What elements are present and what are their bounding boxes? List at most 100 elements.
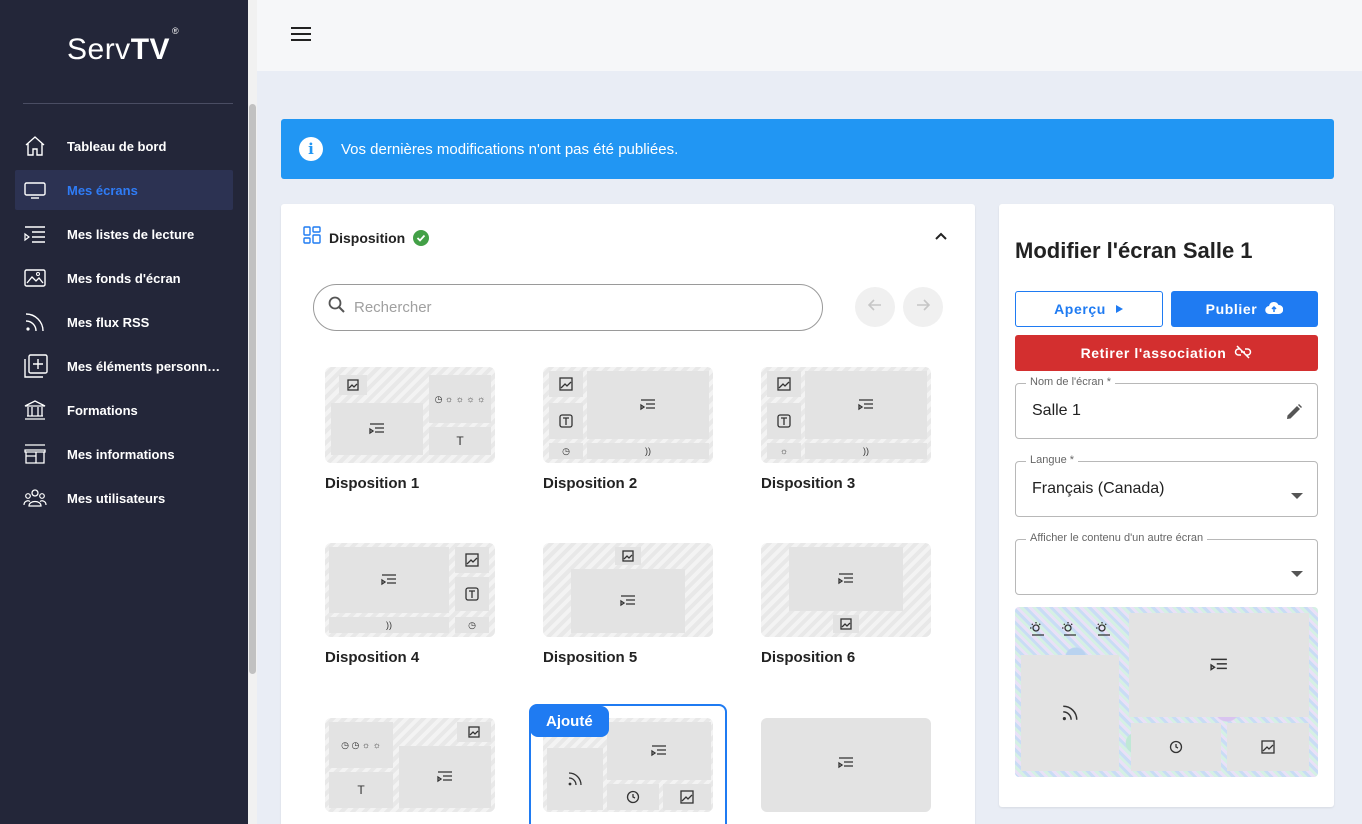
layout-card-5[interactable]: Disposition 5	[543, 543, 713, 666]
search-input[interactable]	[354, 299, 794, 316]
rss-icon	[547, 748, 603, 810]
chevron-up-icon[interactable]	[933, 228, 949, 244]
rss-icon: ))	[329, 617, 449, 633]
sidebar-item-mes-utilisateurs[interactable]: Mes utilisateurs	[15, 478, 233, 518]
sidebar-item-mes-fonds-d-ecran[interactable]: Mes fonds d'écran	[15, 258, 233, 298]
weather-icon	[1025, 617, 1051, 641]
play-icon	[1106, 301, 1124, 317]
cloud-upload-icon	[1257, 301, 1284, 318]
users-icon	[15, 486, 67, 510]
layout-panel: Disposition ◷ ☼ ☼ ☼ ☼ T Disposition 1 ◷ …	[281, 204, 975, 824]
sidebar-item-mes-informations[interactable]: Mes informations	[15, 434, 233, 474]
weather-zone: ◷ ☼ ☼ ☼ ☼	[429, 375, 491, 423]
added-badge: Ajouté	[530, 706, 609, 737]
image-icon	[663, 784, 711, 810]
text-rss-icon: T	[329, 772, 393, 808]
arrow-left-icon	[867, 297, 883, 318]
playlist-icon	[838, 756, 854, 774]
weather-icon	[1057, 617, 1083, 641]
layout-search[interactable]	[313, 284, 823, 331]
layout-card-7[interactable]: ◷ ◷ ☼ ☼ T	[325, 718, 495, 812]
add-box-icon	[15, 353, 67, 379]
sidebar-item-mes-ecrans[interactable]: Mes écrans	[15, 170, 233, 210]
layout-panel-header[interactable]: Disposition	[303, 226, 430, 249]
sidebar-item-label: Mes écrans	[67, 182, 138, 198]
layout-label: Disposition 3	[761, 475, 856, 492]
monitor-icon	[15, 178, 67, 202]
layout-thumbnail	[761, 718, 931, 812]
other-screen-select[interactable]: Afficher le contenu d'un autre écran	[1015, 532, 1318, 595]
image-icon	[767, 371, 801, 397]
layout-thumbnail: ◷ ◷ ☼ ☼ T	[325, 718, 495, 812]
sidebar-item-formations[interactable]: Formations	[15, 390, 233, 430]
sidebar-nav: Tableau de bord Mes écrans Mes listes de…	[15, 126, 233, 522]
sidebar-scrollbar[interactable]	[248, 0, 257, 824]
image-icon	[1227, 723, 1309, 771]
rss-icon	[15, 310, 67, 334]
other-screen-label: Afficher le contenu d'un autre écran	[1026, 532, 1208, 544]
pencil-icon[interactable]	[1285, 403, 1303, 426]
layout-thumbnail: )) ◷	[325, 543, 495, 637]
layout-label: Disposition 6	[761, 649, 856, 666]
sidebar-item-label: Mes fonds d'écran	[67, 270, 181, 286]
screen-name-field[interactable]: Nom de l'écran * Salle 1	[1015, 376, 1318, 439]
rss-icon: ))	[805, 443, 927, 459]
text-icon	[455, 577, 489, 611]
edit-screen-title: Modifier l'écran Salle 1	[1015, 238, 1253, 263]
sidebar-item-label: Mes flux RSS	[67, 314, 150, 330]
layout-thumbnail	[543, 543, 713, 637]
layout-card-2[interactable]: ◷ )) Disposition 2	[543, 367, 713, 492]
sidebar-item-label: Mes éléments personnali…	[67, 358, 227, 374]
store-icon	[15, 442, 67, 466]
caret-down-icon	[1291, 564, 1303, 582]
sidebar-item-mes-elements-personnalises[interactable]: Mes éléments personnali…	[15, 346, 233, 386]
image-icon	[339, 375, 367, 395]
image-icon	[833, 615, 859, 633]
language-select[interactable]: Langue * Français (Canada)	[1015, 454, 1318, 517]
layout-thumbnail: ◷ ))	[543, 367, 713, 463]
next-page-button[interactable]	[903, 287, 943, 327]
servtv-logo[interactable]: ServTV®	[67, 26, 179, 67]
playlist-icon	[789, 547, 903, 611]
weather-icon	[1091, 617, 1117, 641]
layout-card-9[interactable]	[761, 718, 931, 812]
menu-icon[interactable]	[291, 27, 311, 43]
playlist-icon	[607, 722, 711, 780]
preview-button[interactable]: Aperçu	[1015, 291, 1163, 327]
unlink-button[interactable]: Retirer l'association	[1015, 335, 1318, 371]
language-label: Langue *	[1026, 454, 1079, 466]
screen-name-value[interactable]: Salle 1	[1032, 402, 1081, 420]
top-bar	[257, 0, 1362, 71]
layout-label: Disposition 4	[325, 649, 420, 666]
institution-icon	[15, 398, 67, 422]
sidebar-scroll-thumb[interactable]	[249, 104, 256, 674]
layout-icon	[303, 226, 321, 249]
rss-icon	[1021, 655, 1119, 771]
publish-button[interactable]: Publier	[1171, 291, 1318, 327]
sidebar-item-mes-flux-rss[interactable]: Mes flux RSS	[15, 302, 233, 342]
sidebar-item-label: Mes informations	[67, 446, 175, 462]
layout-card-1[interactable]: ◷ ☼ ☼ ☼ ☼ T Disposition 1	[325, 367, 495, 492]
playlist-icon	[15, 222, 67, 246]
previous-page-button[interactable]	[855, 287, 895, 327]
layout-card-4[interactable]: )) ◷ Disposition 4	[325, 543, 495, 666]
layout-label: Disposition 1	[325, 475, 420, 492]
sidebar-item-label: Mes listes de lecture	[67, 226, 195, 242]
sidebar-item-label: Tableau de bord	[67, 138, 167, 154]
weather-zone: ◷ ◷ ☼ ☼	[329, 722, 393, 768]
arrow-right-icon	[915, 297, 931, 318]
image-icon	[15, 266, 67, 290]
layout-card-6[interactable]: Disposition 6	[761, 543, 931, 666]
clock-icon: ◷	[455, 617, 489, 633]
sidebar-item-tableau-de-bord[interactable]: Tableau de bord	[15, 126, 233, 166]
sidebar-item-mes-listes-de-lecture[interactable]: Mes listes de lecture	[15, 214, 233, 254]
playlist-icon	[331, 403, 423, 455]
playlist-icon	[329, 547, 449, 613]
playlist-icon	[587, 371, 709, 439]
sidebar-item-label: Mes utilisateurs	[67, 490, 166, 506]
layout-label: Disposition 2	[543, 475, 638, 492]
alert-text: Vos dernières modifications n'ont pas ét…	[341, 140, 679, 158]
layout-card-3[interactable]: ☼ )) Disposition 3	[761, 367, 931, 492]
screen-name-label: Nom de l'écran *	[1026, 376, 1115, 388]
check-circle-icon	[413, 229, 430, 246]
